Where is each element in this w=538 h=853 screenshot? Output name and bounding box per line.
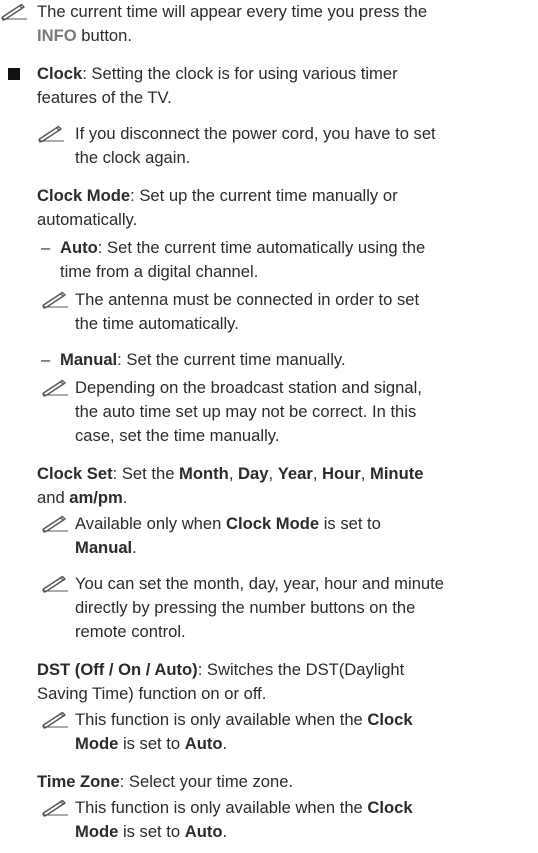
manual-line: Manual: Set the current time manually. [60,348,346,372]
note-text: This function is only available when the [75,798,368,817]
auto-label: Auto [60,238,98,257]
period: . [222,822,228,841]
time-zone-text: : Select your time zone. [119,772,294,791]
dash-bullet: – [41,350,51,369]
manual-label: Manual [60,350,118,369]
note-pencil-icon [41,515,69,533]
clock-mode-ref: Clock Mode [225,514,320,533]
auto-note-line2: the time automatically. [75,314,239,333]
note-pencil-icon [41,291,69,309]
dst-text1: : Switches the DST(Daylight [197,660,405,679]
clock-set-note2-line3: remote control. [75,622,186,641]
note-pencil-icon [37,125,65,143]
year-label: Year [277,464,313,483]
auto-line1: Auto: Set the current time automatically… [60,236,425,260]
note-pencil-icon [0,3,28,21]
manual-note-line2: the auto time set up may not be correct.… [75,402,417,421]
clock-line2: features of the TV. [37,88,172,107]
auto-text1: : Set the current time automatically usi… [97,238,426,257]
mode-ref: Mode [75,822,119,841]
manual-page: The current time will appear every time … [0,0,538,853]
intro-note-line1: The current time will appear every time … [37,2,428,21]
clock-mode-line1: Clock Mode: Set up the current time manu… [37,184,398,208]
clock-set-note1-line2: Manual. [75,536,137,560]
dst-line2: Saving Time) function on or off. [37,684,267,703]
note-pencil-icon [41,711,69,729]
hour-label: Hour [322,464,361,483]
clock-set-line2: and am/pm. [37,486,127,510]
clock-note-line2: the clock again. [75,148,191,167]
clock-set-line1: Clock Set: Set the Month, Day, Year, Hou… [37,462,423,486]
time-zone-label: Time Zone [37,772,120,791]
sep: , [312,464,323,483]
tz-note-line2: Mode is set to Auto. [75,820,227,844]
clock-text1: : Setting the clock is for using various… [82,64,398,83]
period: . [222,734,228,753]
ampm-label: am/pm [69,488,123,507]
note-text: is set to [118,734,185,753]
sep: , [228,464,239,483]
auto-ref: Auto [184,734,223,753]
dst-label: DST (Off / On / Auto) [37,660,198,679]
note-pencil-icon [41,799,69,817]
period: . [122,488,128,507]
intro-note-line2: INFO button. [37,24,132,48]
info-button-label: INFO [37,26,77,45]
manual-note-line1: Depending on the broadcast station and s… [75,378,422,397]
auto-line2: time from a digital channel. [60,262,259,281]
sep: , [360,464,370,483]
clock-ref: Clock [367,798,413,817]
dst-note-line1: This function is only available when the… [75,708,413,732]
manual-ref: Manual [75,538,133,557]
tz-note-line1: This function is only available when the… [75,796,413,820]
period: . [132,538,137,557]
clock-label: Clock [37,64,83,83]
note-pencil-icon [41,575,69,593]
and-text: and [37,488,70,507]
day-label: Day [238,464,269,483]
bullet-square [8,68,20,80]
clock-mode-text1: : Set up the current time manually or [130,186,398,205]
note-pencil-icon [41,379,69,397]
clock-ref: Clock [367,710,413,729]
intro-note-line2-rest: button. [76,26,132,45]
dst-note-line2: Mode is set to Auto. [75,732,227,756]
clock-mode-label: Clock Mode [37,186,131,205]
auto-ref: Auto [184,822,223,841]
dash-bullet: – [41,238,51,257]
month-label: Month [179,464,229,483]
dst-line1: DST (Off / On / Auto): Switches the DST(… [37,658,404,682]
auto-note-line1: The antenna must be connected in order t… [75,290,420,309]
manual-text: : Set the current time manually. [117,350,346,369]
manual-note-line3: case, set the time manually. [75,426,280,445]
minute-label: Minute [370,464,424,483]
clock-set-note2-line1: You can set the month, day, year, hour a… [75,574,444,593]
mode-ref: Mode [75,734,119,753]
clock-line1: Clock: Setting the clock is for using va… [37,62,398,86]
clock-mode-line2: automatically. [37,210,138,229]
clock-set-note1-line1: Available only when Clock Mode is set to [75,512,381,536]
clock-set-text: : Set the [112,464,180,483]
time-zone-line: Time Zone: Select your time zone. [37,770,293,794]
sep: , [268,464,278,483]
clock-set-note2-line2: directly by pressing the number buttons … [75,598,416,617]
clock-note-line1: If you disconnect the power cord, you ha… [75,124,436,143]
note-text: Available only when [75,514,226,533]
clock-set-label: Clock Set [37,464,113,483]
note-text: is set to [319,514,381,533]
note-text: This function is only available when the [75,710,368,729]
note-text: is set to [118,822,185,841]
